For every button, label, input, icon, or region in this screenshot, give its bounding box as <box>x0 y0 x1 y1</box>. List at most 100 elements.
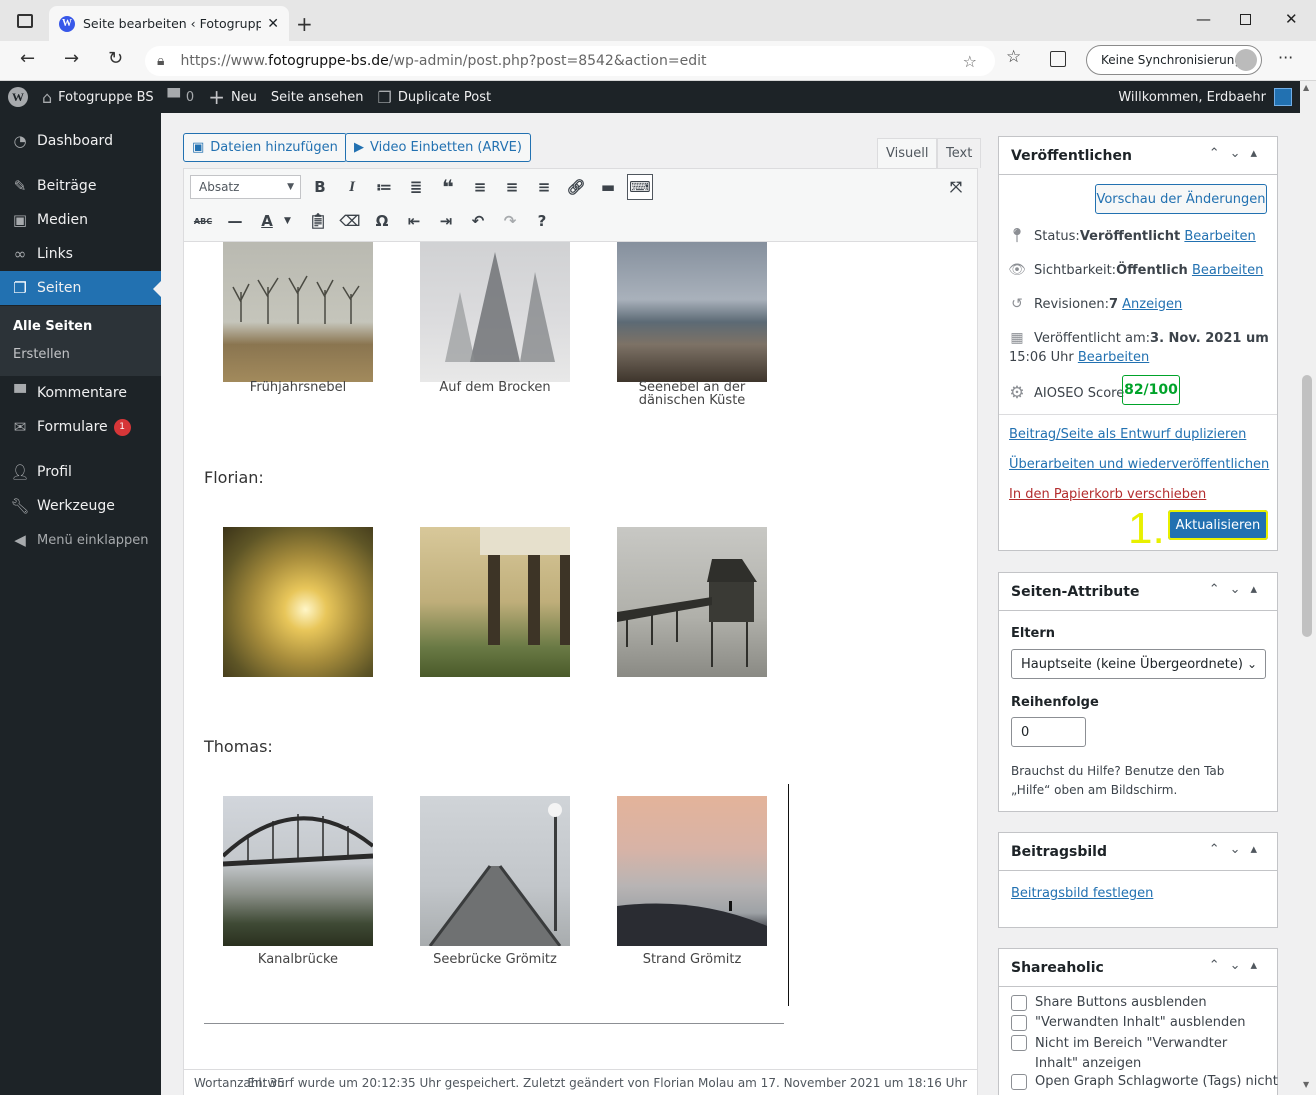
checkbox[interactable] <box>1011 995 1027 1011</box>
checkbox-exclude-related[interactable]: Nicht im Bereich "Verwandter Inhalt" anz… <box>1011 1034 1266 1074</box>
checkbox[interactable] <box>1011 1074 1027 1090</box>
checkbox-hide-related[interactable]: "Verwandten Inhalt" ausblenden <box>1011 1015 1245 1031</box>
box-controls-icon[interactable]: ⌃⌄▴ <box>1209 146 1267 161</box>
photo-florian-3[interactable] <box>617 527 767 677</box>
special-char-icon[interactable]: Ω <box>371 210 393 232</box>
box-controls-icon[interactable]: ⌃⌄▴ <box>1209 842 1267 857</box>
photo-kanalbruecke[interactable] <box>223 796 373 946</box>
tab-text[interactable]: Text <box>937 138 982 168</box>
fullscreen-icon[interactable]: ⤧ <box>945 176 967 198</box>
comments-link[interactable]: ▀ 0 <box>168 88 195 107</box>
photo-seenebel[interactable] <box>617 242 767 382</box>
trash-link[interactable]: In den Papierkorb verschieben <box>1009 487 1206 502</box>
strikethrough-icon[interactable]: ABC <box>192 210 214 232</box>
editor-content[interactable]: Frühjahrsnebel Auf dem Brocken Seenebel … <box>184 242 977 1050</box>
photo-strand-groemitz[interactable] <box>617 796 767 946</box>
tab-actions-icon[interactable] <box>17 14 33 28</box>
url-field[interactable]: 🔒︎ https://www. fotogruppe-bs.de/wp-admin… <box>145 46 995 76</box>
horizontal-line-icon[interactable]: — <box>224 210 246 232</box>
account-menu[interactable]: Willkommen, Erdbaehr <box>1118 88 1292 106</box>
align-left-icon[interactable]: ≡ <box>469 176 491 198</box>
site-name-link[interactable]: ⌂ Fotogruppe BS <box>42 88 154 107</box>
reload-icon[interactable]: ↻ <box>108 48 123 69</box>
photo-auf-dem-brocken[interactable] <box>420 242 570 382</box>
clear-formatting-icon[interactable]: ⌫ <box>339 210 361 232</box>
redo-icon[interactable]: ↷ <box>499 210 521 232</box>
edit-status-link[interactable]: Bearbeiten <box>1184 229 1255 244</box>
box-controls-icon[interactable]: ⌃⌄▴ <box>1209 958 1267 973</box>
publish-box-header[interactable]: Veröffentlichen ⌃⌄▴ <box>999 137 1277 175</box>
sidebar-item-pages[interactable]: ❐ Seiten <box>0 271 161 305</box>
page-attributes-header[interactable]: Seiten-Attribute ⌃⌄▴ <box>999 573 1277 611</box>
sidebar-item-comments[interactable]: ▀ Kommentare <box>0 376 161 410</box>
align-right-icon[interactable]: ≡ <box>533 176 555 198</box>
bullet-list-icon[interactable]: ≔ <box>373 176 395 198</box>
preview-changes-button[interactable]: Vorschau der Änderungen <box>1095 184 1267 214</box>
help-icon[interactable]: ? <box>531 210 553 232</box>
add-media-button[interactable]: ▣ Dateien hinzufügen <box>183 133 347 162</box>
shareaholic-header[interactable]: Shareaholic ⌃⌄▴ <box>999 949 1277 987</box>
checkbox-og-tags[interactable]: Open Graph Schlagworte (Tags) nicht <box>1011 1074 1278 1090</box>
checkbox[interactable] <box>1011 1035 1027 1051</box>
box-controls-icon[interactable]: ⌃⌄▴ <box>1209 582 1267 597</box>
parent-select[interactable]: Hauptseite (keine Übergeordnete) ⌄ <box>1011 649 1266 679</box>
collections-icon[interactable] <box>1050 51 1066 67</box>
paste-text-icon[interactable]: 📋︎ <box>307 210 329 232</box>
submenu-all-pages[interactable]: Alle Seiten <box>13 319 92 334</box>
duplicate-draft-link[interactable]: Beitrag/Seite als Entwurf duplizieren <box>1009 427 1246 442</box>
quote-icon[interactable]: ❝ <box>437 175 459 199</box>
close-tab-icon[interactable]: ✕ <box>267 16 279 32</box>
embed-video-button[interactable]: ▶ Video Einbetten (ARVE) <box>345 133 531 162</box>
outdent-icon[interactable]: ⇤ <box>403 210 425 232</box>
close-window-icon[interactable]: ✕ <box>1285 10 1298 28</box>
bold-icon[interactable]: B <box>309 176 331 198</box>
duplicate-post-link[interactable]: ❐ Duplicate Post <box>377 88 491 107</box>
indent-icon[interactable]: ⇥ <box>435 210 457 232</box>
forward-icon[interactable]: → <box>64 48 79 69</box>
new-tab-icon[interactable]: + <box>296 12 313 36</box>
toolbar-toggle-icon[interactable]: ⌨ <box>627 174 653 200</box>
view-page-link[interactable]: Seite ansehen <box>271 90 364 105</box>
sidebar-item-profile[interactable]: 👤︎ Profil <box>0 455 161 489</box>
photo-seebruecke-groemitz[interactable] <box>420 796 570 946</box>
favorites-icon[interactable]: ☆ <box>1006 47 1021 67</box>
align-center-icon[interactable]: ≡ <box>501 176 523 198</box>
minimize-icon[interactable]: — <box>1196 10 1211 28</box>
sidebar-item-tools[interactable]: 🔧︎ Werkzeuge <box>0 489 161 523</box>
photo-florian-2[interactable] <box>420 527 570 677</box>
sidebar-item-dashboard[interactable]: ◔ Dashboard <box>0 124 161 158</box>
undo-icon[interactable]: ↶ <box>467 210 489 232</box>
featured-image-header[interactable]: Beitragsbild ⌃⌄▴ <box>999 833 1277 871</box>
scrollbar-thumb[interactable] <box>1302 375 1312 637</box>
set-featured-image-link[interactable]: Beitragsbild festlegen <box>1011 886 1153 901</box>
sidebar-item-links[interactable]: ∞ Links <box>0 237 161 271</box>
format-select[interactable]: Absatz ▼ <box>190 175 301 199</box>
add-favorite-icon[interactable]: ☆ <box>963 52 977 71</box>
read-more-icon[interactable]: ▬ <box>597 176 619 198</box>
browser-tab[interactable]: W Seite bearbeiten ‹ Fotogruppe BS ✕ <box>49 6 289 41</box>
update-button[interactable]: Aktualisieren <box>1168 510 1268 540</box>
numbered-list-icon[interactable]: ≣ <box>405 176 427 198</box>
link-icon[interactable]: 🔗︎ <box>565 176 587 198</box>
sidebar-item-posts[interactable]: ✎ Beiträge <box>0 169 161 203</box>
checkbox-hide-share[interactable]: Share Buttons ausblenden <box>1011 995 1207 1011</box>
wp-logo[interactable]: W <box>8 87 28 107</box>
collapse-menu-button[interactable]: ◀ Menü einklappen <box>0 523 161 557</box>
sidebar-item-media[interactable]: ▣ Medien <box>0 203 161 237</box>
tab-visual[interactable]: Visuell <box>877 138 938 168</box>
aioseo-score-badge[interactable]: 82/100 <box>1122 375 1180 405</box>
more-menu-icon[interactable]: ··· <box>1278 48 1293 67</box>
scroll-down-icon[interactable]: ▼ <box>1303 1080 1309 1089</box>
sidebar-item-forms[interactable]: ✉ Formulare 1 <box>0 410 161 444</box>
chevron-down-icon[interactable]: ▼ <box>284 216 291 226</box>
photo-florian-1[interactable] <box>223 527 373 677</box>
back-icon[interactable]: ← <box>20 48 35 69</box>
photo-fruehjahrsnebel[interactable] <box>223 242 373 382</box>
text-color-icon[interactable]: A <box>256 210 278 232</box>
submenu-create[interactable]: Erstellen <box>13 347 70 362</box>
edit-date-link[interactable]: Bearbeiten <box>1078 350 1149 365</box>
italic-icon[interactable]: I <box>341 176 363 198</box>
scroll-up-icon[interactable]: ▲ <box>1303 83 1309 92</box>
sync-button[interactable]: Keine Synchronisierung <box>1086 45 1262 75</box>
edit-visibility-link[interactable]: Bearbeiten <box>1192 263 1263 278</box>
